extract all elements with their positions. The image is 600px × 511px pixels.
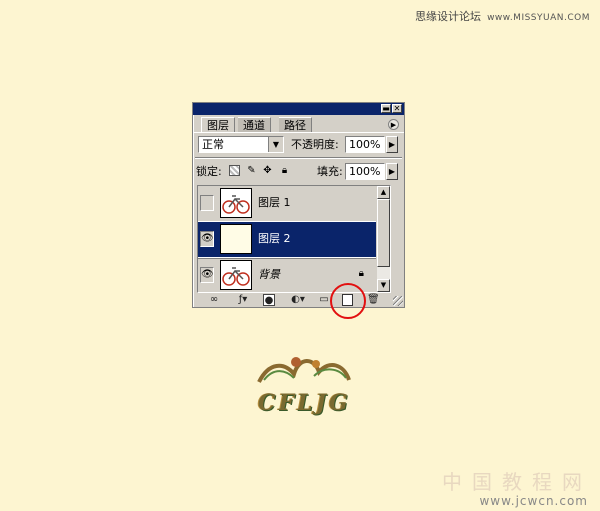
close-icon[interactable]: ✕	[392, 104, 402, 113]
add-mask-icon[interactable]: ●	[263, 294, 275, 306]
opacity-slider-arrow-icon[interactable]: ▶	[386, 136, 398, 153]
top-watermark: 思缘设计论坛 www.MISSYUAN.COM	[415, 8, 590, 24]
bicycle-icon	[222, 195, 250, 214]
tab-paths[interactable]: 路径	[279, 117, 312, 132]
lock-transparency-icon[interactable]	[229, 165, 240, 176]
blend-row: 正常 ▼ 不透明度: 100% ▶	[193, 133, 404, 157]
layer-style-icon[interactable]: ƒ▾	[235, 294, 251, 306]
scroll-thumb[interactable]	[377, 199, 390, 267]
layers-scrollbar[interactable]: ▲ ▼	[376, 186, 390, 292]
scroll-down-icon[interactable]: ▼	[377, 279, 390, 292]
lock-move-icon[interactable]: ✥	[262, 165, 273, 176]
layer-row[interactable]: 图层 1	[198, 186, 390, 222]
layer-thumbnail	[220, 188, 252, 218]
palette-bottom-toolbar: ∞ ƒ▾ ● ◐▾ ▭ 🗑︎	[197, 294, 402, 307]
fill-label: 填充:	[317, 165, 343, 178]
adjustment-layer-icon[interactable]: ◐▾	[290, 294, 306, 306]
lock-all-icon[interactable]: 🔒︎	[279, 165, 290, 176]
palette-menu-icon[interactable]: ▶	[388, 119, 399, 130]
tab-layers[interactable]: 图层	[201, 117, 235, 132]
layers-palette: ▬ ✕ 图层 通道 路径 ▶ 正常 ▼ 不透明度: 100% ▶ 锁定: ✎ ✥…	[192, 102, 405, 308]
layer-name: 图层 2	[258, 232, 291, 245]
tab-channels[interactable]: 通道	[238, 117, 271, 132]
watermark-url: www.MISSYUAN.COM	[487, 13, 590, 23]
lock-icon: 🔒︎	[358, 268, 364, 279]
link-layers-icon[interactable]: ∞	[205, 294, 223, 306]
scroll-up-icon[interactable]: ▲	[377, 186, 390, 199]
opacity-input[interactable]: 100%	[345, 136, 385, 153]
layer-name: 背景	[258, 268, 280, 281]
highlight-circle	[330, 283, 366, 319]
lock-brush-icon[interactable]: ✎	[246, 165, 257, 176]
chevron-down-icon[interactable]: ▼	[268, 137, 283, 152]
logo-text: CFLJG	[258, 390, 351, 416]
decorative-logo-art	[257, 357, 351, 383]
trash-icon[interactable]: 🗑︎	[367, 294, 380, 306]
bottom-watermark-url: www.jcwcn.com	[479, 494, 588, 508]
blend-mode-select[interactable]: 正常 ▼	[198, 136, 284, 153]
watermark-site: 思缘设计论坛	[415, 10, 482, 23]
minimize-icon[interactable]: ▬	[381, 104, 391, 113]
layer-thumbnail	[220, 224, 252, 254]
new-group-icon[interactable]: ▭	[317, 294, 331, 306]
lock-row: 锁定: ✎ ✥ 🔒︎ 填充: 100% ▶	[193, 159, 404, 184]
layer-name: 图层 1	[258, 196, 291, 209]
visibility-toggle[interactable]	[200, 195, 214, 211]
lock-label: 锁定:	[196, 165, 222, 178]
opacity-label: 不透明度:	[291, 138, 339, 151]
layer-thumbnail	[220, 260, 252, 290]
eye-icon[interactable]: 👁︎	[200, 267, 214, 283]
eye-icon[interactable]: 👁︎	[200, 231, 214, 247]
layer-row-selected[interactable]: 👁︎ 图层 2	[198, 222, 390, 258]
resize-grip-icon[interactable]	[393, 296, 403, 306]
fill-slider-arrow-icon[interactable]: ▶	[386, 163, 398, 180]
palette-tabs: 图层 通道 路径 ▶	[193, 117, 404, 133]
bicycle-icon	[222, 267, 250, 286]
fill-input[interactable]: 100%	[345, 163, 385, 180]
palette-titlebar[interactable]: ▬ ✕	[193, 103, 404, 115]
layers-list: 图层 1 👁︎ 图层 2 👁︎ 背景 🔒︎ ▲ ▼	[197, 185, 391, 293]
bottom-watermark: 中国教程网	[442, 470, 592, 494]
blend-mode-value: 正常	[202, 138, 224, 151]
